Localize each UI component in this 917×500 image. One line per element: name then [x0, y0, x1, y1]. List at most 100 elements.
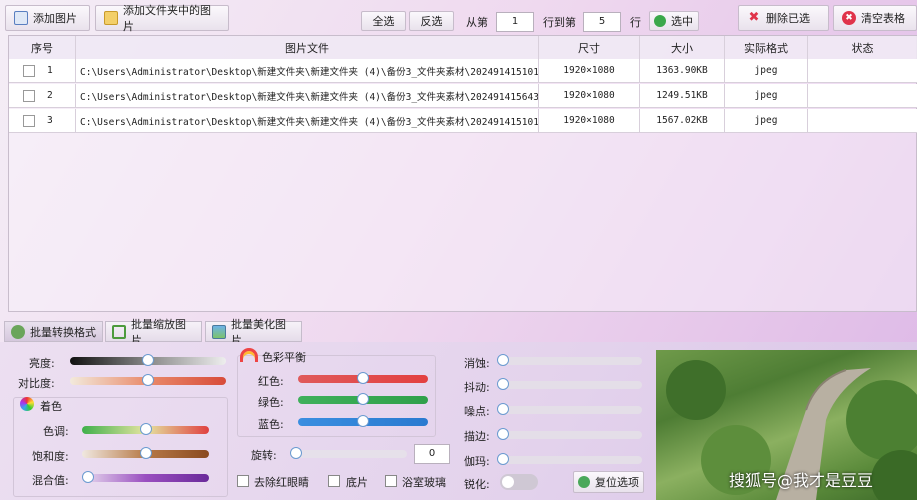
- column-header-file[interactable]: 图片文件: [76, 36, 539, 60]
- slider-knob[interactable]: [142, 374, 154, 386]
- delete-selected-button[interactable]: ✖ 删除已选: [738, 5, 829, 31]
- contrast-label: 对比度:: [18, 377, 55, 390]
- slider-knob[interactable]: [497, 453, 509, 465]
- slider-knob[interactable]: [142, 354, 154, 366]
- add-image-button[interactable]: 添加图片: [5, 5, 90, 31]
- brightness-slider[interactable]: [70, 354, 226, 366]
- balance-title: 色彩平衡: [262, 351, 306, 364]
- tab-convert-format[interactable]: 批量转换格式: [4, 321, 103, 342]
- column-header-size[interactable]: 尺寸: [539, 36, 640, 60]
- blue-slider[interactable]: [298, 415, 428, 427]
- add-image-label: 添加图片: [33, 12, 77, 25]
- tab-convert-label: 批量转换格式: [30, 325, 96, 339]
- size-cell: 1920×1080: [539, 84, 640, 108]
- select-range-button[interactable]: 选中: [649, 11, 699, 31]
- index-cell: 2: [9, 84, 76, 108]
- erode-slider[interactable]: [497, 354, 642, 366]
- brightness-label: 亮度:: [29, 357, 55, 370]
- add-image-icon: [14, 11, 28, 25]
- color-wheel-icon: [20, 397, 34, 411]
- tab-resize-images[interactable]: 批量缩放图片: [105, 318, 202, 347]
- slider-knob[interactable]: [290, 447, 302, 459]
- slider-knob[interactable]: [497, 378, 509, 390]
- bytes-cell: 1363.90KB: [640, 59, 725, 83]
- rotate-slider[interactable]: [290, 447, 407, 459]
- redeye-checkbox[interactable]: [237, 475, 249, 487]
- reset-icon: [578, 476, 590, 488]
- frosted-checkbox[interactable]: [385, 475, 397, 487]
- negative-label: 底片: [346, 476, 368, 489]
- file-table[interactable]: 序号 图片文件 尺寸 大小 实际格式 状态 1 C:\Users\Adminis…: [8, 35, 917, 312]
- format-cell: jpeg: [725, 109, 808, 133]
- negative-checkbox[interactable]: [328, 475, 340, 487]
- green-slider[interactable]: [298, 393, 428, 405]
- green-label: 绿色:: [258, 396, 284, 409]
- delete-selected-label: 删除已选: [766, 12, 810, 25]
- clear-table-button[interactable]: ✖ 清空表格: [833, 5, 917, 31]
- convert-icon: [11, 324, 25, 339]
- from-row-input[interactable]: 1: [496, 12, 534, 32]
- row-checkbox[interactable]: [23, 64, 35, 77]
- clear-icon: ✖: [842, 11, 856, 25]
- saturation-slider[interactable]: [82, 447, 209, 459]
- table-row[interactable]: 2 C:\Users\Administrator\Desktop\新建文件夹\新…: [9, 84, 917, 108]
- saturation-label: 饱和度:: [32, 450, 69, 463]
- size-cell: 1920×1080: [539, 59, 640, 83]
- slider-knob[interactable]: [497, 354, 509, 366]
- format-cell: jpeg: [725, 59, 808, 83]
- table-row[interactable]: 3 C:\Users\Administrator\Desktop\新建文件夹\新…: [9, 109, 917, 133]
- row-checkbox[interactable]: [23, 114, 35, 127]
- rotate-input[interactable]: 0: [414, 444, 450, 464]
- preview-image: 搜狐号@我才是豆豆: [656, 350, 917, 500]
- row-checkbox[interactable]: [23, 89, 35, 102]
- red-slider[interactable]: [298, 372, 428, 384]
- contrast-slider[interactable]: [70, 374, 226, 386]
- redeye-label: 去除红眼睛: [254, 476, 309, 489]
- noise-slider[interactable]: [497, 403, 642, 415]
- tab-beautify-images[interactable]: 批量美化图片: [205, 318, 302, 347]
- column-header-bytes[interactable]: 大小: [640, 36, 725, 60]
- slider-knob[interactable]: [139, 447, 152, 459]
- slider-knob[interactable]: [357, 393, 369, 405]
- edge-slider[interactable]: [497, 428, 642, 440]
- image-icon: [212, 324, 226, 339]
- column-header-format[interactable]: 实际格式: [725, 36, 808, 60]
- slider-knob[interactable]: [497, 428, 509, 440]
- tint-title: 着色: [40, 400, 62, 413]
- hue-slider[interactable]: [82, 423, 209, 435]
- mix-slider[interactable]: [82, 471, 209, 483]
- file-cell: C:\Users\Administrator\Desktop\新建文件夹\新建文…: [76, 84, 539, 108]
- blue-label: 蓝色:: [258, 418, 284, 431]
- close-icon: ✖: [748, 10, 760, 25]
- sharpen-toggle[interactable]: [500, 474, 538, 490]
- index-cell: 3: [9, 109, 76, 133]
- column-header-index[interactable]: 序号: [9, 36, 76, 60]
- slider-knob[interactable]: [82, 471, 94, 483]
- row-index: 3: [47, 115, 53, 126]
- slider-knob[interactable]: [357, 415, 369, 427]
- folder-icon: [104, 11, 118, 25]
- slider-knob[interactable]: [497, 403, 509, 415]
- red-label: 红色:: [258, 375, 284, 388]
- to-row-input[interactable]: 5: [583, 12, 621, 32]
- gamma-slider[interactable]: [497, 453, 642, 465]
- jitter-slider[interactable]: [497, 378, 642, 390]
- select-all-button[interactable]: 全选: [361, 11, 406, 31]
- select-all-label: 全选: [372, 15, 395, 28]
- column-header-status[interactable]: 状态: [808, 36, 917, 60]
- file-cell: C:\Users\Administrator\Desktop\新建文件夹\新建文…: [76, 59, 539, 83]
- slider-knob[interactable]: [357, 372, 369, 384]
- reset-options-button[interactable]: 复位选项: [573, 471, 644, 493]
- mix-label: 混合值:: [32, 474, 69, 487]
- slider-knob[interactable]: [139, 423, 152, 435]
- from-row-label: 从第: [466, 16, 488, 29]
- select-range-label: 选中: [671, 15, 693, 28]
- rotate-label: 旋转:: [251, 449, 277, 462]
- table-row[interactable]: 1 C:\Users\Administrator\Desktop\新建文件夹\新…: [9, 59, 917, 83]
- add-folder-button[interactable]: 添加文件夹中的图片: [95, 4, 229, 33]
- to-row-label: 行到第: [543, 16, 576, 29]
- check-icon: [654, 15, 666, 27]
- invert-selection-button[interactable]: 反选: [409, 11, 454, 31]
- row-index: 2: [47, 90, 53, 101]
- index-cell: 1: [9, 59, 76, 83]
